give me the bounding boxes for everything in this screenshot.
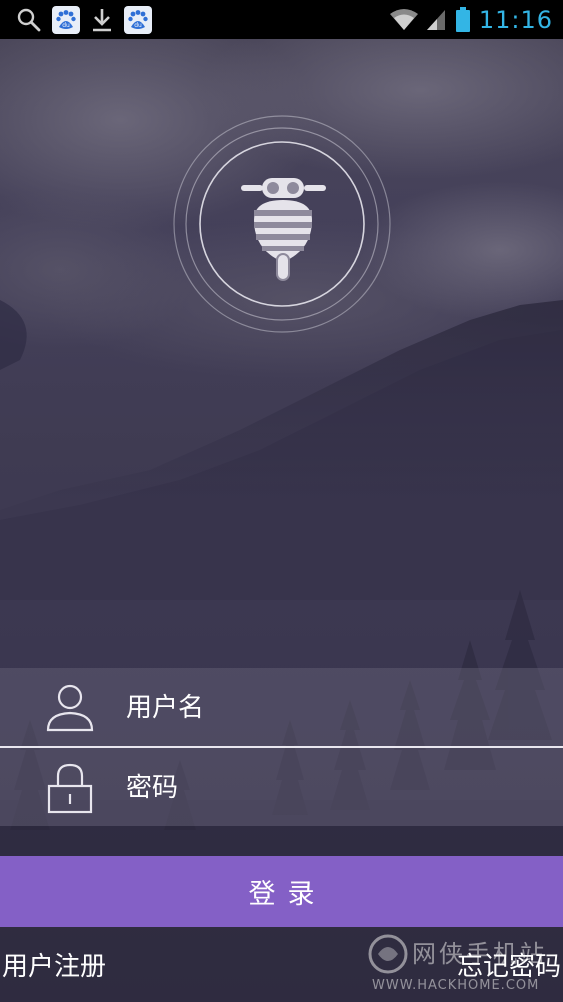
login-button[interactable]: 登录 [0, 856, 563, 927]
app-logo [170, 112, 394, 336]
password-input[interactable] [124, 765, 528, 811]
signal-icon [426, 8, 447, 32]
watermark-logo-icon [368, 934, 408, 974]
system-icons: 11:16 [389, 0, 563, 39]
user-icon [46, 684, 94, 732]
lock-icon [47, 763, 93, 814]
battery-icon [455, 6, 471, 33]
form-spacer [0, 826, 563, 856]
svg-text:du: du [134, 22, 142, 29]
wifi-icon [389, 8, 419, 32]
svg-text:du: du [62, 22, 70, 29]
status-clock: 11:16 [478, 5, 553, 34]
status-bar: du du 11:16 [0, 0, 563, 39]
notification-icons: du du [0, 0, 152, 39]
username-row [0, 668, 563, 746]
password-row [0, 748, 563, 826]
register-link[interactable]: 用户注册 [2, 946, 106, 983]
bee-logo-icon [173, 115, 391, 333]
forgot-password-link[interactable]: 忘记密码 [457, 946, 561, 983]
search-icon [16, 7, 42, 33]
baidu-icon: du [52, 5, 80, 34]
baidu-icon: du [124, 5, 152, 34]
username-input[interactable] [124, 685, 528, 731]
download-icon [90, 7, 114, 33]
